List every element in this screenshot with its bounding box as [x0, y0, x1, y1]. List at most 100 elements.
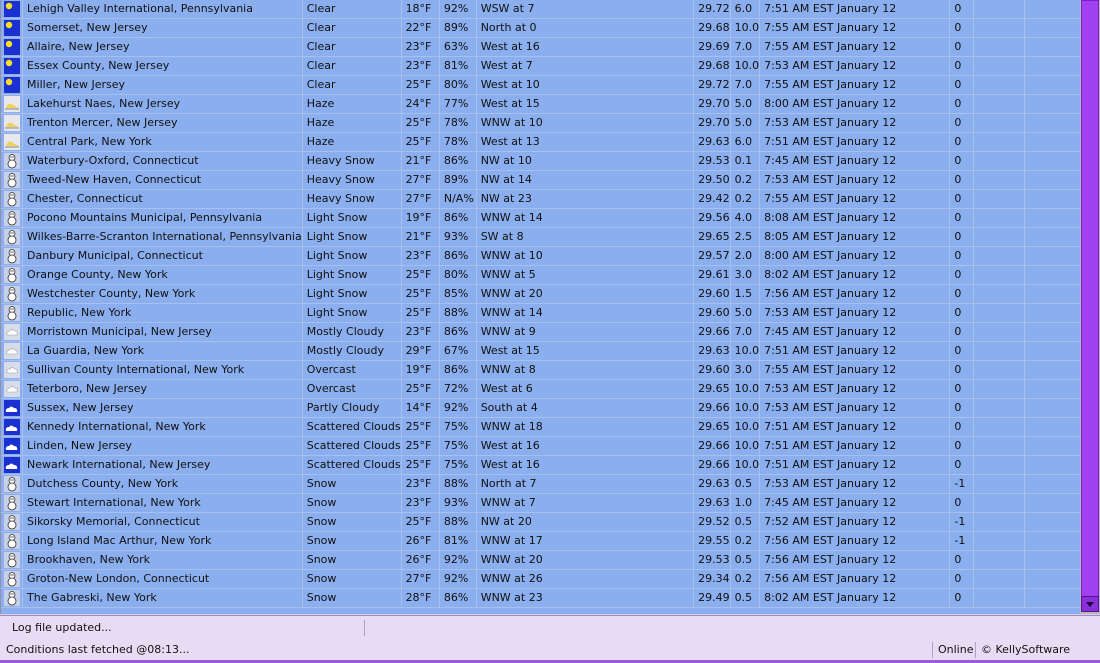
table-row[interactable]: Central Park, New York Haze 25°F 78% West at… — [1, 132, 1081, 152]
updated-cell: 7:51 AM EST January 12 — [759, 417, 951, 437]
vertical-scrollbar[interactable] — [1080, 0, 1100, 614]
copyright-text: © KellySoftware — [981, 643, 1071, 656]
extra-cell-b — [1024, 436, 1081, 456]
location-cell: Somerset, New Jersey — [22, 18, 303, 38]
table-row[interactable]: Orange County, New York Light Snow 25°F 80%… — [1, 265, 1081, 285]
table-row[interactable]: Morristown Municipal, New Jersey Mostly C… — [1, 322, 1081, 342]
humidity-cell: 92% — [439, 0, 477, 19]
condition-cell: Mostly Cloudy — [302, 341, 402, 361]
table-row[interactable]: Kennedy International, New York Scattered… — [1, 417, 1081, 437]
table-row[interactable]: Pocono Mountains Municipal, Pennsylvania… — [1, 208, 1081, 228]
pressure-cell: 29.66 — [693, 398, 731, 418]
humidity-cell: 77% — [439, 94, 477, 114]
humidity-cell: 89% — [439, 18, 477, 38]
wind-cell: WNW at 5 — [476, 265, 695, 285]
extra-cell-b — [1024, 474, 1081, 494]
table-row[interactable]: Dutchess County, New York Snow 23°F 88% Nort… — [1, 474, 1081, 494]
table-row[interactable]: Waterbury-Oxford, Connecticut Heavy Snow 2… — [1, 151, 1081, 171]
table-row[interactable]: La Guardia, New York Mostly Cloudy 29°F 67%… — [1, 341, 1081, 361]
visibility-cell: 7.0 — [730, 75, 761, 95]
table-row[interactable]: Groton-New London, Connecticut Snow 27°F 92… — [1, 569, 1081, 589]
wind-cell: NW at 14 — [476, 170, 695, 190]
table-row[interactable]: Newark International, New Jersey Scattere… — [1, 455, 1081, 475]
location-cell: Dutchess County, New York — [22, 474, 303, 494]
change-cell: 0 — [949, 75, 974, 95]
table-row[interactable]: Lakehurst Naes, New Jersey Haze 24°F 77% Wes… — [1, 94, 1081, 114]
extra-cell-a — [973, 113, 1026, 133]
extra-cell-b — [1024, 75, 1081, 95]
location-cell: Allaire, New Jersey — [22, 37, 303, 57]
temperature-cell: 25°F — [401, 436, 440, 456]
condition-icon-cell — [1, 113, 24, 133]
pressure-cell: 29.63 — [693, 493, 731, 513]
condition-icon-cell — [1, 436, 24, 456]
updated-cell: 7:56 AM EST January 12 — [759, 569, 951, 589]
table-row[interactable]: Long Island Mac Arthur, New York Snow 26°F… — [1, 531, 1081, 551]
extra-cell-b — [1024, 360, 1081, 380]
table-row[interactable]: Sussex, New Jersey Partly Cloudy 14°F 92% So… — [1, 398, 1081, 418]
humidity-cell: 92% — [439, 398, 477, 418]
table-row[interactable]: Linden, New Jersey Scattered Clouds 25°F 75… — [1, 436, 1081, 456]
table-row[interactable]: Lehigh Valley International, Pennsylvani… — [1, 0, 1081, 19]
table-row[interactable]: Trenton Mercer, New Jersey Haze 25°F 78% WNW… — [1, 113, 1081, 133]
table-row[interactable]: Sullivan County International, New York O… — [1, 360, 1081, 380]
conditions-table: Lehigh Valley International, Pennsylvani… — [1, 0, 1081, 608]
wind-cell: North at 0 — [476, 18, 695, 38]
extra-cell-b — [1024, 284, 1081, 304]
updated-cell: 7:56 AM EST January 12 — [759, 531, 951, 551]
humidity-cell: 92% — [439, 569, 477, 589]
humidity-cell: 88% — [439, 303, 477, 323]
table-row[interactable]: Chester, Connecticut Heavy Snow 27°F N/A% NW… — [1, 189, 1081, 209]
location-cell: Republic, New York — [22, 303, 303, 323]
temperature-cell: 23°F — [401, 246, 440, 266]
snowman-icon — [3, 476, 20, 492]
condition-cell: Overcast — [302, 360, 402, 380]
extra-cell-b — [1024, 246, 1081, 266]
table-row[interactable]: Stewart International, New York Snow 23°F 9… — [1, 493, 1081, 513]
temperature-cell: 21°F — [401, 227, 440, 247]
table-row[interactable]: Sikorsky Memorial, Connecticut Snow 25°F 88… — [1, 512, 1081, 532]
condition-icon-cell — [1, 341, 24, 361]
table-row[interactable]: Essex County, New Jersey Clear 23°F 81% West… — [1, 56, 1081, 76]
table-row[interactable]: Brookhaven, New York Snow 26°F 92% WNW at 20… — [1, 550, 1081, 570]
table-row[interactable]: Tweed-New Haven, Connecticut Heavy Snow 27… — [1, 170, 1081, 190]
condition-icon-cell — [1, 246, 24, 266]
extra-cell-a — [973, 398, 1026, 418]
temperature-cell: 23°F — [401, 474, 440, 494]
wind-cell: WNW at 26 — [476, 569, 695, 589]
change-cell: 0 — [949, 341, 974, 361]
table-row[interactable]: Somerset, New Jersey Clear 22°F 89% North at… — [1, 18, 1081, 38]
extra-cell-b — [1024, 341, 1081, 361]
extra-cell-a — [973, 550, 1026, 570]
condition-icon-cell — [1, 455, 24, 475]
table-row[interactable]: Allaire, New Jersey Clear 23°F 63% West at 1… — [1, 37, 1081, 57]
pressure-cell: 29.52 — [693, 512, 731, 532]
condition-cell: Clear — [302, 37, 402, 57]
table-row[interactable]: Teterboro, New Jersey Overcast 25°F 72% West… — [1, 379, 1081, 399]
extra-cell-b — [1024, 56, 1081, 76]
pressure-cell: 29.49 — [693, 588, 731, 608]
temperature-cell: 26°F — [401, 550, 440, 570]
table-row[interactable]: Westchester County, New York Light Snow 25… — [1, 284, 1081, 304]
location-cell: Waterbury-Oxford, Connecticut — [22, 151, 303, 171]
condition-icon-cell — [1, 474, 24, 494]
visibility-cell: 0.1 — [730, 151, 761, 171]
condition-cell: Haze — [302, 94, 402, 114]
scroll-down-button[interactable] — [1081, 596, 1099, 612]
visibility-cell: 6.0 — [730, 0, 761, 19]
table-row[interactable]: Wilkes-Barre-Scranton International, Pen… — [1, 227, 1081, 247]
temperature-cell: 24°F — [401, 94, 440, 114]
scrollbar-thumb[interactable] — [1081, 0, 1099, 598]
table-row[interactable]: Miller, New Jersey Clear 25°F 80% West at 10… — [1, 75, 1081, 95]
visibility-cell: 10.0 — [730, 56, 761, 76]
table-row[interactable]: Danbury Municipal, Connecticut Light Snow… — [1, 246, 1081, 266]
conditions-grid[interactable]: Lehigh Valley International, Pennsylvani… — [0, 0, 1081, 614]
change-cell: 0 — [949, 151, 974, 171]
pressure-cell: 29.53 — [693, 151, 731, 171]
temperature-cell: 23°F — [401, 493, 440, 513]
table-row[interactable]: Republic, New York Light Snow 25°F 88% WNW a… — [1, 303, 1081, 323]
change-cell: 0 — [949, 417, 974, 437]
temperature-cell: 23°F — [401, 37, 440, 57]
table-row[interactable]: The Gabreski, New York Snow 28°F 86% WNW at … — [1, 588, 1081, 608]
extra-cell-b — [1024, 0, 1081, 19]
